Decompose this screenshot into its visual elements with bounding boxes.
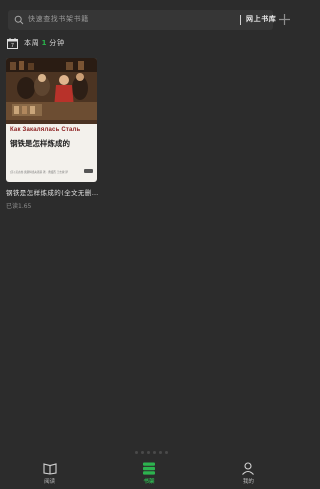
weekly-reading-time[interactable]: 7 本周 1 分钟 (7, 37, 65, 49)
nav-label-bookshelf: 书架 (143, 479, 155, 485)
book-open-icon (43, 463, 57, 475)
weekly-prefix: 本周 (24, 39, 40, 47)
online-store-button[interactable]: 网上书库 (246, 14, 276, 24)
svg-text:7: 7 (11, 43, 14, 49)
book-card[interactable]: Как Закалялась Сталь 钢铁是怎样炼成的 [苏] 尼古拉·奥斯… (6, 58, 98, 210)
add-icon[interactable] (278, 13, 291, 26)
weekly-suffix: 分钟 (49, 39, 65, 47)
page-dot (135, 451, 138, 454)
search-placeholder[interactable]: 快速查找书架书籍 (28, 14, 89, 24)
nav-item-mine[interactable]: 我的 (199, 456, 298, 489)
weekly-reading-text: 本周 1 分钟 (24, 38, 65, 48)
book-progress: 已读1.65 (6, 203, 32, 210)
cover-title-chinese: 钢铁是怎样炼成的 (10, 139, 70, 148)
page-dot (141, 451, 144, 454)
page-indicator (135, 451, 168, 454)
search-divider (240, 15, 241, 25)
book-cover[interactable]: Как Закалялась Сталь 钢铁是怎样炼成的 [苏] 尼古拉·奥斯… (6, 58, 97, 182)
book-title[interactable]: 钢铁是怎样炼成的(全文无删… (6, 187, 102, 197)
page-dot (153, 451, 156, 454)
search-bar[interactable]: 快速查找书架书籍 网上书库 (8, 10, 276, 30)
weekly-minutes: 1 (41, 39, 48, 47)
cover-author-line: [苏] 尼古拉·奥斯特洛夫斯基 著 · 曹缦西 王志棣 译 (10, 171, 68, 174)
cover-illustration (6, 58, 97, 124)
page-dot (147, 451, 150, 454)
person-icon (242, 462, 255, 475)
publisher-logo (84, 169, 93, 173)
page-dot (159, 451, 162, 454)
nav-label-mine: 我的 (242, 479, 254, 485)
bookshelf-screen: 快速查找书架书籍 网上书库 7 本周 1 分钟 Как Закалялась С… (0, 0, 298, 489)
search-icon (14, 15, 24, 25)
calendar-icon: 7 (7, 37, 18, 49)
bottom-nav: 阅读 书架 我的 (0, 456, 298, 489)
nav-label-reading: 阅读 (44, 479, 56, 485)
bookshelf-icon (142, 462, 155, 475)
nav-item-bookshelf[interactable]: 书架 (99, 456, 198, 489)
nav-item-reading[interactable]: 阅读 (0, 456, 99, 489)
page-dot (165, 451, 168, 454)
cover-title-russian: Как Закалялась Сталь (10, 127, 81, 133)
